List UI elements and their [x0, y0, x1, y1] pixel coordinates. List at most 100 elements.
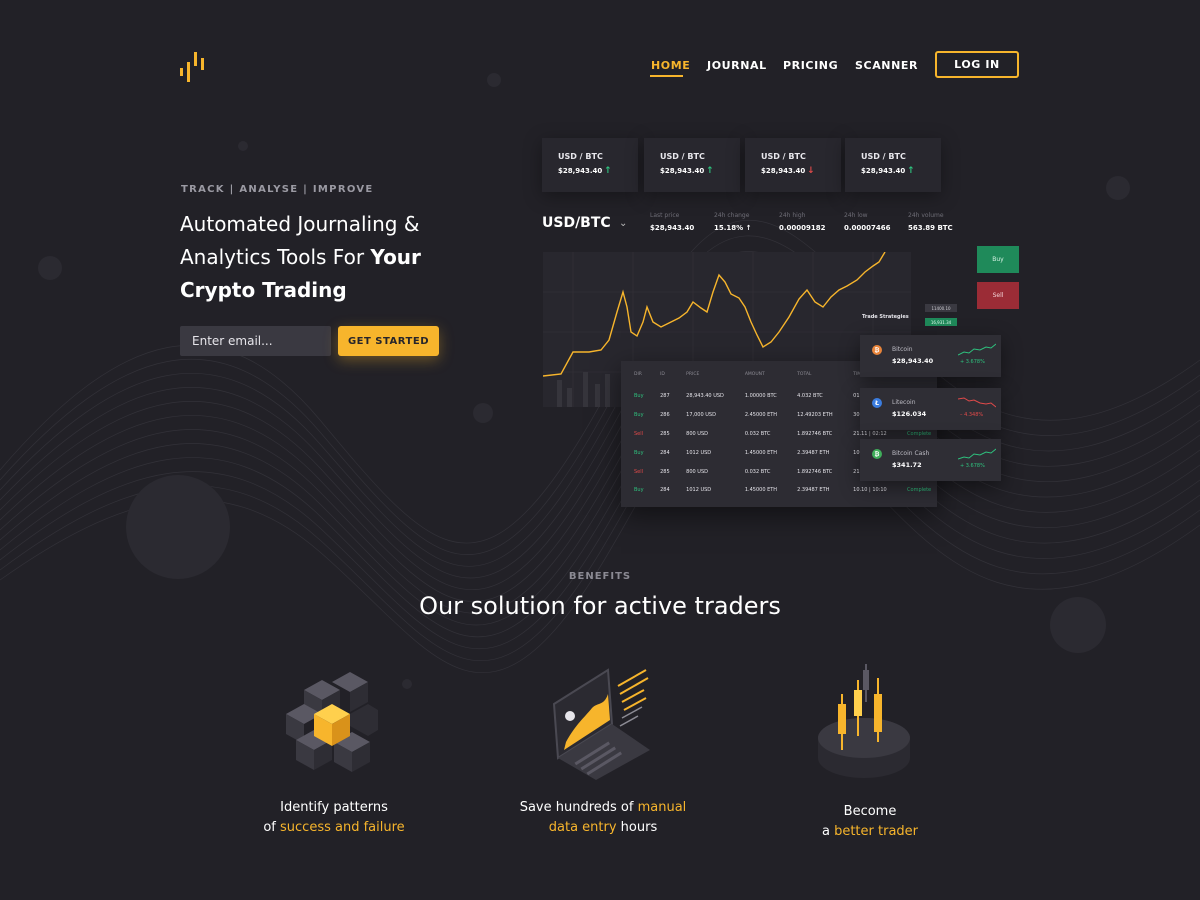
headline-line-3-bold: Crypto Trading — [180, 278, 347, 302]
trade-direction: Buy — [634, 449, 644, 456]
nav-scanner[interactable]: SCANNER — [855, 59, 918, 72]
pair-selector[interactable]: USD/BTC — [542, 215, 611, 231]
trade-status: Complete — [907, 487, 932, 494]
ticker-pair: USD / BTC — [660, 152, 705, 161]
benefit-line-1: Become — [843, 804, 897, 819]
hero-eyebrow: TRACK | ANALYSE | IMPROVE — [181, 184, 374, 195]
trade-id: 285 — [660, 468, 670, 475]
bitcoin-icon: ₿ — [872, 345, 882, 355]
bitcoin-cash-icon: ₿ — [872, 449, 882, 459]
trade-amount: 0.032 BTC — [744, 430, 771, 437]
stat-label: 24h high — [779, 212, 806, 219]
stat-label: 24h change — [714, 212, 750, 219]
benefit-highlight: success and failure — [280, 820, 405, 835]
trade-amount: 2.45000 ETH — [744, 412, 778, 419]
stat-value: $28,943.40 — [650, 224, 695, 232]
candlestick-icon — [818, 664, 910, 778]
trade-amount: 1.45000 ETH — [744, 487, 778, 494]
coin-change: – 4.348% — [960, 412, 984, 418]
benefit-highlight: manual — [637, 800, 687, 815]
coin-card-bitcoin[interactable]: ₿ Bitcoin $28,943.40 + 3.678% — [860, 335, 1001, 377]
sell-button[interactable]: Sell — [977, 282, 1019, 309]
coin-change: + 3.678% — [960, 359, 985, 365]
trade-id: 286 — [660, 412, 670, 419]
stat-label: 24h low — [844, 212, 868, 219]
trade-price: 17,000 USD — [686, 412, 716, 419]
column-header: ID — [660, 371, 665, 377]
arrow-up-icon: ↑ — [907, 166, 915, 176]
trade-strategies-label: Trade Strategies — [862, 314, 909, 320]
arrow-down-icon: ↓ — [807, 166, 815, 176]
login-button[interactable]: LOG IN — [935, 51, 1019, 78]
nav-pricing[interactable]: PRICING — [783, 59, 838, 72]
nav-home[interactable]: HOME — [651, 59, 690, 72]
trade-id: 285 — [660, 430, 670, 437]
stat-label: 24h volume — [908, 212, 944, 219]
trade-direction: Buy — [634, 487, 644, 494]
arrow-up-icon: ↑ — [604, 166, 612, 176]
price-tag-current: 16,931.34 — [925, 318, 957, 326]
sparkline-down-icon — [958, 397, 996, 408]
headline-line-2: Analytics Tools For Your — [180, 241, 470, 274]
benefit-line-2: a better trader — [750, 822, 990, 842]
ticker-price: $28,943.40 — [761, 167, 806, 175]
coin-card-litecoin[interactable]: Ł Litecoin $126.034 – 4.348% — [860, 388, 1001, 430]
get-started-button[interactable]: GET STARTED — [338, 326, 439, 356]
trade-id: 287 — [660, 393, 670, 400]
logo-icon[interactable] — [180, 50, 210, 84]
ticker-card[interactable]: USD / BTC $28,943.40 ↓ — [745, 138, 841, 192]
nav-journal[interactable]: JOURNAL — [707, 59, 767, 72]
trades-table: DIR ID PRICE AMOUNT TOTAL TIME Buy 287 2… — [621, 361, 937, 507]
trade-price: 28,943.40 USD — [686, 393, 724, 400]
benefit-item-better-trader: Become a better trader — [750, 802, 990, 842]
trade-amount: 1.00000 BTC — [744, 393, 777, 400]
stat-value: 563.89 BTC — [908, 224, 953, 232]
benefit-item-save-hours: Save hundreds of manual data entry hours — [483, 798, 723, 838]
coin-card-bitcoin-cash[interactable]: ₿ Bitcoin Cash $341.72 + 3.678% — [860, 439, 1001, 481]
coin-name: Litecoin — [892, 399, 916, 406]
coin-price: $28,943.40 — [892, 357, 934, 365]
trade-total: 1.892746 BTC — [797, 468, 833, 475]
column-header: PRICE — [686, 371, 700, 377]
column-header: TOTAL — [797, 371, 812, 377]
benefit-line-1: Identify patterns — [280, 800, 388, 815]
nav-active-underline — [650, 75, 683, 77]
chevron-down-icon[interactable]: ⌄ — [619, 218, 627, 229]
headline-line-1: Automated Journaling & — [180, 212, 420, 236]
ticker-pair: USD / BTC — [761, 152, 806, 161]
coin-price: $126.034 — [892, 410, 927, 418]
laptop-chart-icon — [552, 668, 650, 780]
column-header: DIR — [634, 371, 642, 377]
trade-price: 800 USD — [686, 468, 708, 475]
table-row[interactable]: Buy 284 1012 USD 1.45000 ETH 2.39487 ETH… — [621, 481, 937, 500]
ticker-card[interactable]: USD / BTC $28,943.40 ↑ — [542, 138, 638, 192]
trade-id: 284 — [660, 449, 670, 456]
benefit-text-prefix: Save hundreds of — [519, 800, 638, 815]
trade-id: 284 — [660, 487, 670, 494]
arrow-up-icon: ↑ — [706, 166, 714, 176]
ticker-price: $28,943.40 — [558, 167, 603, 175]
ticker-card[interactable]: USD / BTC $28,943.40 ↑ — [845, 138, 941, 192]
coin-change: + 3.678% — [960, 463, 985, 469]
benefit-text-suffix: hours — [616, 820, 658, 835]
ticker-pair: USD / BTC — [558, 152, 603, 161]
ticker-price: $28,943.40 — [660, 167, 705, 175]
cube-cluster-icon — [286, 672, 378, 772]
trade-amount: 1.45000 ETH — [744, 449, 778, 456]
stat-value: 0.00009182 — [779, 224, 826, 232]
headline-line-3: Crypto Trading — [180, 274, 470, 307]
ticker-card[interactable]: USD / BTC $28,943.40 ↑ — [644, 138, 740, 192]
benefits-eyebrow: BENEFITS — [568, 571, 632, 582]
benefit-line-2: data entry hours — [483, 818, 723, 838]
headline-line-2-bold: Your — [370, 245, 421, 269]
email-input[interactable] — [180, 326, 331, 356]
coin-name: Bitcoin Cash — [892, 450, 930, 457]
coin-name: Bitcoin — [892, 346, 913, 353]
buy-button[interactable]: Buy — [977, 246, 1019, 273]
benefits-title: Our solution for active traders — [419, 592, 781, 620]
trade-amount: 0.032 BTC — [744, 468, 771, 475]
trade-time: 10.10 | 10:10 — [853, 487, 887, 494]
ticker-pair: USD / BTC — [861, 152, 906, 161]
benefit-highlight: data entry — [548, 820, 617, 835]
ticker-price: $28,943.40 — [861, 167, 906, 175]
